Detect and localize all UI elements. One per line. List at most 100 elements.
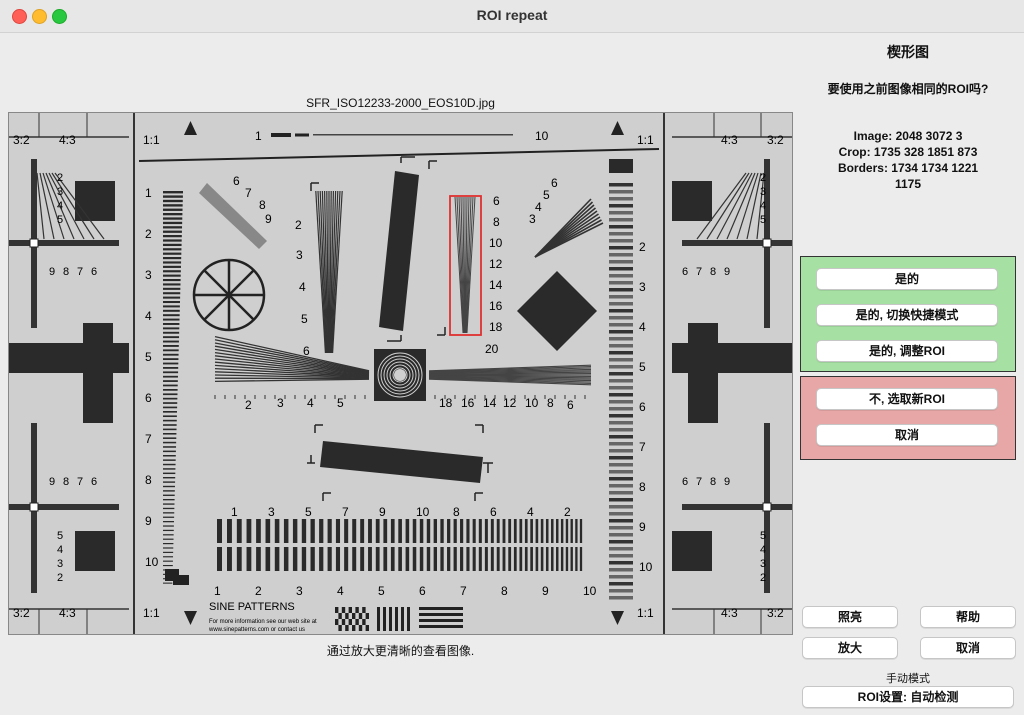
scale-label: 6 bbox=[419, 584, 426, 598]
scale-label: 3 bbox=[639, 280, 646, 294]
scale-label: 3 bbox=[57, 558, 63, 570]
scale-label: 5 bbox=[639, 360, 646, 374]
scale-label: 3 bbox=[529, 212, 536, 226]
scale-label: 8 bbox=[453, 505, 460, 519]
info-borders-cont: 1175 bbox=[894, 177, 922, 191]
scale-label: 5 bbox=[378, 584, 385, 598]
scale-label: 9 bbox=[265, 212, 272, 226]
scale-label: 6 bbox=[91, 266, 97, 278]
scale-label: 9 bbox=[49, 266, 55, 278]
scale-label: 1 bbox=[255, 129, 262, 143]
scale-label: 5 bbox=[760, 530, 766, 542]
sine-patterns-title: SINE PATTERNS bbox=[209, 601, 295, 613]
scale-label: 4 bbox=[760, 544, 766, 556]
scale-label: 8 bbox=[259, 198, 266, 212]
scale-label: 3 bbox=[760, 186, 766, 198]
scale-label: 5 bbox=[337, 396, 344, 410]
test-chart-image[interactable]: 3:2 4:3 1:1 1:1 4:3 3:2 3:2 4:3 1:1 1:1 … bbox=[8, 112, 793, 635]
scale-label: 8 bbox=[547, 396, 554, 410]
yes-fast-mode-button[interactable]: 是的, 切换快捷模式 bbox=[816, 304, 998, 326]
no-options-panel: 不, 选取新ROI 取消 bbox=[800, 376, 1016, 460]
scale-label: 4 bbox=[307, 396, 314, 410]
scale-label: 5 bbox=[145, 350, 152, 364]
scale-label: 7 bbox=[460, 584, 467, 598]
scale-label: 6 bbox=[145, 391, 152, 405]
scale-label: 5 bbox=[57, 530, 63, 542]
cancel-button[interactable]: 取消 bbox=[920, 637, 1016, 659]
scale-label: 18 bbox=[489, 320, 503, 334]
scale-label: 8 bbox=[710, 476, 716, 488]
manual-mode-label: 手动模式 bbox=[886, 673, 930, 685]
help-button[interactable]: 帮助 bbox=[920, 606, 1016, 628]
scale-label: 4 bbox=[337, 584, 344, 598]
ratio-label: 4:3 bbox=[721, 606, 738, 620]
scale-label: 8 bbox=[145, 473, 152, 487]
scale-label: 6 bbox=[490, 505, 497, 519]
scale-label: 1 bbox=[214, 584, 221, 598]
scale-label: 9 bbox=[639, 520, 646, 534]
ratio-label: 3:2 bbox=[13, 606, 30, 620]
scale-label: 6 bbox=[551, 176, 558, 190]
scale-label: 6 bbox=[682, 476, 688, 488]
window-title: ROI repeat bbox=[476, 7, 548, 23]
scale-label: 4 bbox=[57, 200, 63, 212]
scale-label: 7 bbox=[245, 186, 252, 200]
scale-label: 3 bbox=[145, 268, 152, 282]
ratio-label: 1:1 bbox=[637, 133, 654, 147]
scale-label: 2 bbox=[57, 572, 63, 584]
scale-label: 4 bbox=[535, 200, 542, 214]
scale-label: 9 bbox=[379, 505, 386, 519]
scale-label: 4 bbox=[57, 544, 63, 556]
scale-label: 4 bbox=[299, 280, 306, 294]
zoom-button[interactable]: 放大 bbox=[802, 637, 898, 659]
illuminate-button[interactable]: 照亮 bbox=[802, 606, 898, 628]
scale-label: 7 bbox=[342, 505, 349, 519]
ratio-label: 1:1 bbox=[143, 133, 160, 147]
cancel-roi-button[interactable]: 取消 bbox=[816, 424, 998, 446]
scale-label: 3 bbox=[277, 396, 284, 410]
scale-label: 3 bbox=[57, 186, 63, 198]
ratio-label: 1:1 bbox=[143, 606, 160, 620]
image-caption: 通过放大更清晰的查看图像. bbox=[326, 644, 475, 658]
scale-label: 4 bbox=[527, 505, 534, 519]
scale-label: 2 bbox=[57, 172, 63, 184]
scale-label: 2 bbox=[295, 218, 302, 232]
scale-label: 3 bbox=[760, 558, 766, 570]
scale-label: 1 bbox=[231, 505, 238, 519]
scale-label: 18 bbox=[439, 396, 453, 410]
scale-label: 6 bbox=[233, 174, 240, 188]
scale-label: 2 bbox=[760, 172, 766, 184]
scale-label: 2 bbox=[245, 398, 252, 412]
scale-label: 3 bbox=[296, 248, 303, 262]
no-select-new-roi-button[interactable]: 不, 选取新ROI bbox=[816, 388, 998, 410]
yes-button[interactable]: 是的 bbox=[816, 268, 998, 290]
ratio-label: 4:3 bbox=[59, 133, 76, 147]
scale-label: 9 bbox=[145, 514, 152, 528]
scale-label: 8 bbox=[639, 480, 646, 494]
scale-label: 8 bbox=[501, 584, 508, 598]
title-bar: ROI repeat bbox=[0, 0, 1024, 33]
scale-label: 2 bbox=[760, 572, 766, 584]
yes-options-panel: 是的 是的, 切换快捷模式 是的, 调整ROI bbox=[800, 256, 1016, 372]
scale-label: 7 bbox=[145, 432, 152, 446]
scale-label: 8 bbox=[493, 215, 500, 229]
scale-label: 10 bbox=[583, 584, 597, 598]
ratio-label: 3:2 bbox=[13, 133, 30, 147]
scale-label: 10 bbox=[489, 236, 503, 250]
scale-label: 16 bbox=[489, 299, 503, 313]
ratio-label: 3:2 bbox=[767, 606, 784, 620]
scale-label: 7 bbox=[696, 266, 702, 278]
ratio-label: 4:3 bbox=[721, 133, 738, 147]
scale-label: 8 bbox=[710, 266, 716, 278]
yes-adjust-roi-button[interactable]: 是的, 调整ROI bbox=[816, 340, 998, 362]
scale-label: 10 bbox=[535, 129, 549, 143]
scale-label: 3 bbox=[296, 584, 303, 598]
scale-label: 9 bbox=[724, 476, 730, 488]
scale-label: 8 bbox=[63, 476, 69, 488]
ratio-label: 4:3 bbox=[59, 606, 76, 620]
scale-label: 7 bbox=[77, 476, 83, 488]
roi-setting-button[interactable]: ROI设置: 自动检测 bbox=[802, 686, 1014, 708]
scale-label: 12 bbox=[503, 396, 517, 410]
scale-label: 6 bbox=[91, 476, 97, 488]
scale-label: 2 bbox=[564, 505, 571, 519]
